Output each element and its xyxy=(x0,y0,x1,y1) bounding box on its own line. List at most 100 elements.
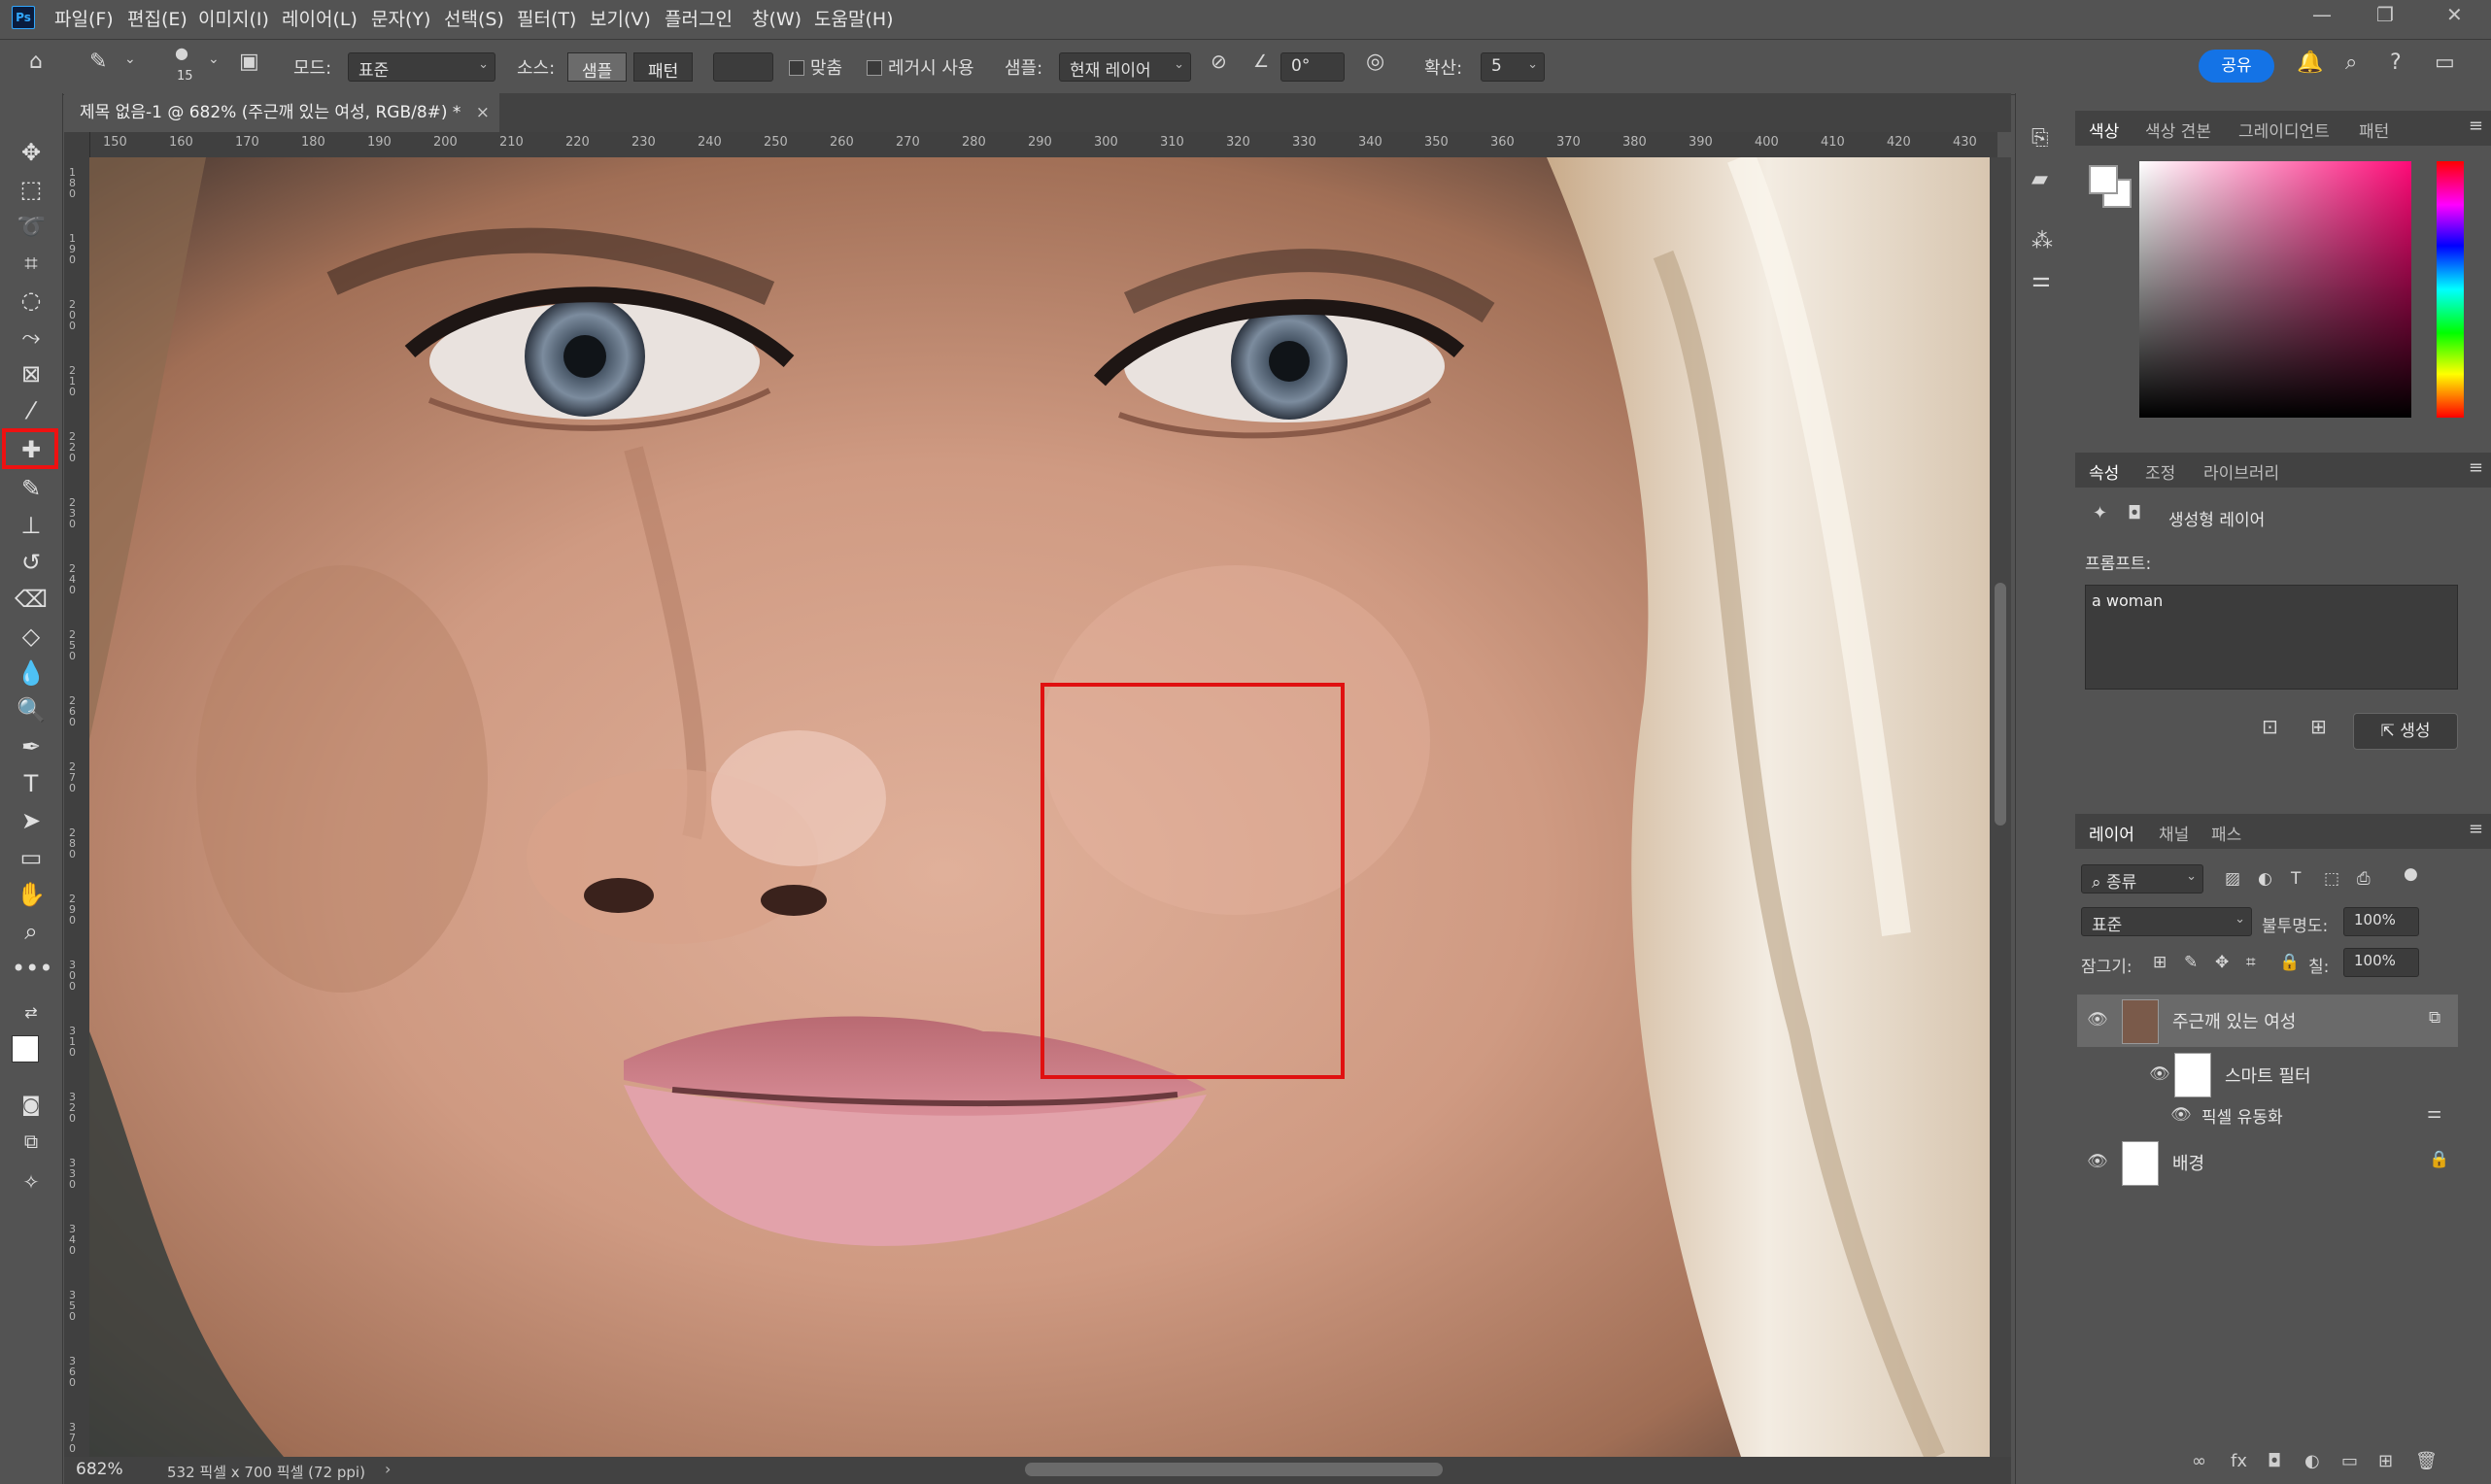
menu-type[interactable]: 문자(Y) xyxy=(371,5,430,31)
angle-input[interactable]: 0° xyxy=(1280,52,1345,82)
bell-icon[interactable]: 🔔 xyxy=(2297,51,2323,75)
layer-name[interactable]: 스마트 필터 xyxy=(2225,1062,2311,1088)
layer-row[interactable]: 👁 배경 🔒 xyxy=(2077,1136,2458,1189)
legacy-checkbox[interactable] xyxy=(867,60,882,76)
filter-adjustment-icon[interactable]: ◐ xyxy=(2258,869,2272,889)
healing-brush-preset-icon[interactable]: ✎ xyxy=(89,50,107,74)
visibility-eye-icon[interactable]: 👁 xyxy=(2149,1064,2170,1084)
tab-gradients[interactable]: 그레이디언트 xyxy=(2238,118,2330,142)
new-group-icon[interactable]: ▭ xyxy=(2341,1451,2358,1471)
type-tool-icon[interactable]: T xyxy=(12,767,51,800)
blur-tool-icon[interactable]: 💧 xyxy=(12,657,51,690)
link-layers-icon[interactable]: ∞ xyxy=(2192,1451,2206,1471)
more-tools-icon[interactable]: ••• xyxy=(12,952,52,985)
path-selection-tool-icon[interactable]: ➤ xyxy=(12,804,51,837)
variations-icon[interactable]: ⊞ xyxy=(2310,715,2327,738)
history-panel-icon[interactable]: ⎘ xyxy=(2031,126,2049,151)
tab-adjustments[interactable]: 조정 xyxy=(2145,459,2175,484)
tab-color[interactable]: 색상 xyxy=(2089,118,2119,142)
frame-tool-icon[interactable]: ⊠ xyxy=(12,357,51,390)
tab-swatches[interactable]: 색상 견본 xyxy=(2145,118,2211,142)
pattern-picker[interactable] xyxy=(713,52,773,82)
adjustment-layer-icon[interactable]: ◐ xyxy=(2304,1451,2320,1471)
zoom-tool-icon[interactable]: ⌕ xyxy=(12,915,51,948)
visibility-eye-icon[interactable]: 👁 xyxy=(2170,1105,2192,1125)
panel-menu-icon[interactable]: ≡ xyxy=(2469,457,2483,478)
screen-mode-icon[interactable]: ⧉ xyxy=(12,1125,51,1158)
document-canvas[interactable] xyxy=(89,157,1990,1457)
layer-filter-dropdown[interactable]: ⌕ 종류 ⌄ xyxy=(2081,864,2203,894)
sample-dropdown[interactable]: 현재 레이어 ⌄ xyxy=(1059,52,1191,82)
minimize-icon[interactable]: — xyxy=(2312,3,2332,26)
lock-pixels-icon[interactable]: ✎ xyxy=(2184,953,2198,972)
clone-source-panel-icon[interactable]: ▣ xyxy=(239,50,259,74)
quick-selection-tool-icon[interactable]: ◌ xyxy=(12,284,51,317)
layer-style-icon[interactable]: fx xyxy=(2231,1451,2247,1471)
layer-row[interactable]: 👁 픽셀 유동화 ⚌ xyxy=(2077,1097,2458,1132)
filter-pixel-icon[interactable]: ▨ xyxy=(2225,869,2240,889)
lock-artboard-icon[interactable]: ⌗ xyxy=(2246,953,2256,972)
eyedropper-tool-icon[interactable]: ⁄ xyxy=(12,394,51,427)
menu-file[interactable]: 파일(F) xyxy=(54,5,114,31)
tab-patterns[interactable]: 패턴 xyxy=(2359,118,2389,142)
add-mask-icon[interactable]: ◘ xyxy=(2268,1451,2281,1471)
fill-input[interactable]: 100% xyxy=(2343,948,2419,977)
share-button[interactable]: 공유 xyxy=(2199,50,2274,83)
filter-smart-object-icon[interactable]: ⎙ xyxy=(2357,869,2371,889)
filter-toggle-icon[interactable]: ● xyxy=(2404,864,2418,884)
paint-bucket-tool-icon[interactable]: ◇ xyxy=(12,620,51,653)
tab-libraries[interactable]: 라이브러리 xyxy=(2203,459,2279,484)
brush-dot-icon[interactable]: ● xyxy=(175,44,188,62)
panel-menu-icon[interactable]: ≡ xyxy=(2469,116,2483,136)
diffusion-dropdown[interactable]: 5 ⌄ xyxy=(1481,52,1545,82)
close-window-icon[interactable]: ✕ xyxy=(2446,3,2463,26)
menu-plugins[interactable]: 플러그인 xyxy=(665,5,733,31)
lock-transparent-icon[interactable]: ⊞ xyxy=(2153,953,2167,972)
history-brush-tool-icon[interactable]: ↺ xyxy=(12,546,51,579)
pen-tool-icon[interactable]: ✒ xyxy=(12,730,51,763)
help-icon[interactable]: ? xyxy=(2390,51,2402,75)
layer-row[interactable]: 👁 주근깨 있는 여성 ⧉ xyxy=(2077,995,2458,1047)
workspace-icon[interactable]: ▭ xyxy=(2435,51,2455,75)
source-pattern-button[interactable]: 패턴 xyxy=(633,52,694,82)
layer-name[interactable]: 배경 xyxy=(2172,1150,2204,1175)
new-layer-icon[interactable]: ⊞ xyxy=(2378,1451,2393,1471)
generate-button[interactable]: ⇱ 생성 xyxy=(2353,713,2458,750)
brush-picker-chevron-icon[interactable]: ⌄ xyxy=(208,51,220,67)
color-foreground-swatch[interactable] xyxy=(2089,165,2118,194)
ignore-adjustment-layers-icon[interactable]: ⊘ xyxy=(1211,50,1227,73)
layer-name[interactable]: 픽셀 유동화 xyxy=(2201,1103,2283,1128)
menu-edit[interactable]: 편집(E) xyxy=(127,5,188,31)
eraser-tool-icon[interactable]: ⌫ xyxy=(12,583,51,616)
tab-properties[interactable]: 속성 xyxy=(2089,459,2119,484)
swap-colors-icon[interactable]: ⇄ xyxy=(12,996,51,1029)
clone-stamp-tool-icon[interactable]: ⊥ xyxy=(12,509,51,542)
delete-layer-icon[interactable]: 🗑 xyxy=(2415,1451,2438,1471)
menu-window[interactable]: 창(W) xyxy=(752,5,802,31)
zoom-level[interactable]: 682% xyxy=(76,1460,123,1479)
pressure-size-icon[interactable]: ◎ xyxy=(1366,50,1384,74)
move-tool-icon[interactable]: ✥ xyxy=(12,136,51,169)
layer-row[interactable]: 👁 스마트 필터 xyxy=(2077,1051,2458,1097)
menu-layer[interactable]: 레이어(L) xyxy=(282,5,358,31)
visibility-eye-icon[interactable]: 👁 xyxy=(2087,1010,2108,1029)
lock-all-icon[interactable]: 🔒 xyxy=(2279,953,2300,972)
blend-mode-dropdown[interactable]: 표준 ⌄ xyxy=(2081,907,2252,936)
menu-select[interactable]: 선택(S) xyxy=(444,5,504,31)
filter-type-icon[interactable]: T xyxy=(2291,869,2301,889)
vertical-scroll-thumb[interactable] xyxy=(1995,583,2006,826)
lock-position-icon[interactable]: ✥ xyxy=(2215,953,2229,972)
brush-tool-icon[interactable]: ✎ xyxy=(12,472,51,505)
close-tab-icon[interactable]: × xyxy=(476,93,490,132)
mode-dropdown[interactable]: 표준 ⌄ xyxy=(348,52,495,82)
chevron-right-icon[interactable]: › xyxy=(385,1460,391,1478)
filter-blending-options-icon[interactable]: ⚌ xyxy=(2427,1103,2441,1123)
rectangle-tool-icon[interactable]: ▭ xyxy=(12,841,51,874)
prompt-textarea[interactable]: a woman xyxy=(2085,585,2458,690)
menu-image[interactable]: 이미지(I) xyxy=(198,5,269,31)
image-reference-icon[interactable]: ⊡ xyxy=(2262,715,2278,738)
menu-filter[interactable]: 필터(T) xyxy=(517,5,576,31)
quick-mask-icon[interactable]: ◙ xyxy=(12,1088,51,1121)
home-icon[interactable]: ⌂ xyxy=(29,50,43,74)
brush-settings-icon[interactable]: ⁂ xyxy=(2031,229,2053,253)
